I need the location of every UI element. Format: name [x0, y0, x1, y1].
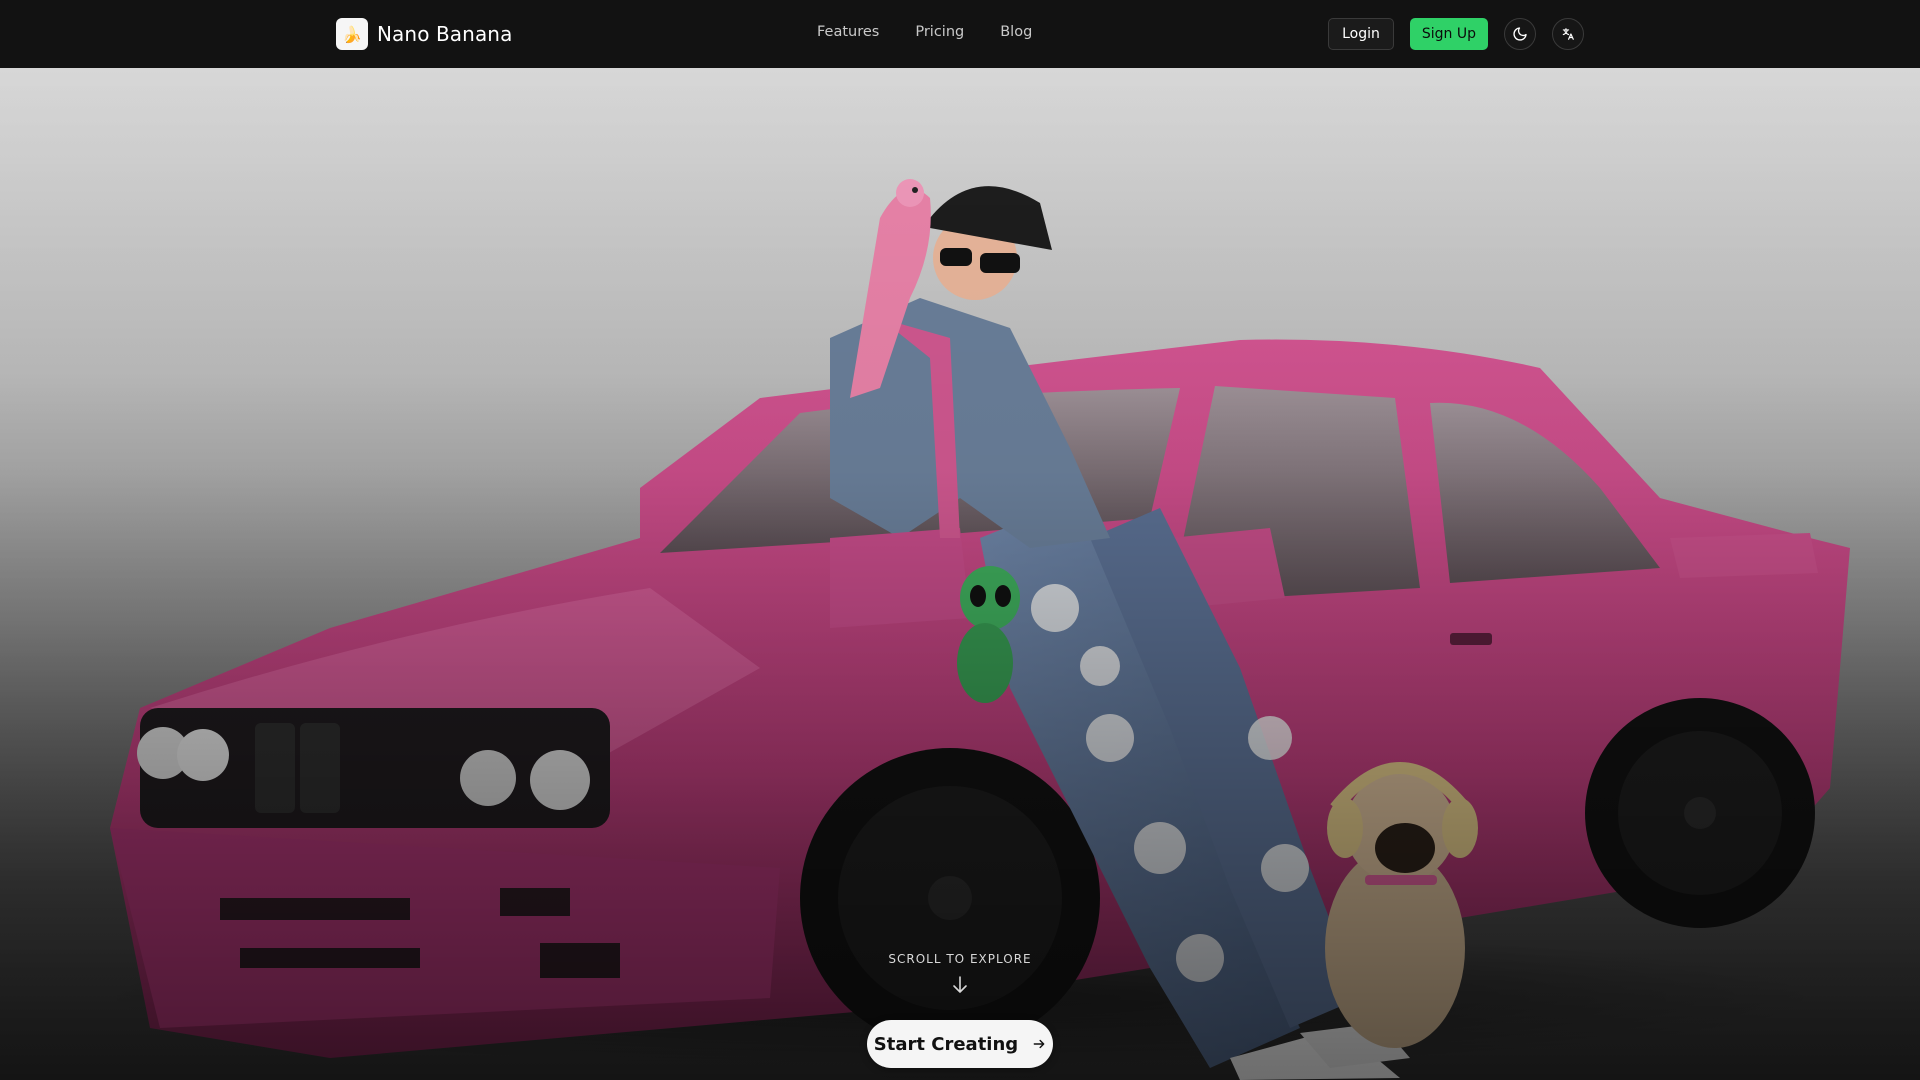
- nav-link-blog[interactable]: Blog: [1000, 24, 1032, 40]
- nav-link-features[interactable]: Features: [817, 24, 879, 40]
- start-creating-button[interactable]: Start Creating: [867, 1020, 1053, 1068]
- translate-icon: [1562, 28, 1574, 40]
- arrow-down-icon: [953, 976, 967, 993]
- brand[interactable]: 🍌 Nano Banana: [336, 18, 512, 50]
- banana-logo-icon: 🍌: [336, 18, 368, 50]
- arrow-right-icon: [1033, 1039, 1045, 1049]
- sign-up-button[interactable]: Sign Up: [1409, 18, 1488, 50]
- nav-link-pricing[interactable]: Pricing: [915, 24, 964, 40]
- moon-icon: [1513, 27, 1527, 41]
- language-button[interactable]: [1552, 18, 1584, 50]
- login-button[interactable]: Login: [1328, 18, 1394, 50]
- start-creating-label: Start Creating: [873, 1033, 1019, 1055]
- scroll-hint-text: SCROLL TO EXPLORE: [888, 952, 1032, 966]
- theme-toggle-button[interactable]: [1504, 18, 1536, 50]
- brand-name: Nano Banana: [377, 22, 513, 46]
- hero-image: [100, 179, 1850, 1080]
- nav-actions: Login Sign Up: [1328, 18, 1584, 50]
- hero-section: SCROLL TO EXPLORE Start Creating: [0, 68, 1920, 1080]
- top-navbar: 🍌 Nano Banana Features Pricing Blog Logi…: [0, 0, 1920, 68]
- main-nav: Features Pricing Blog: [817, 24, 1032, 40]
